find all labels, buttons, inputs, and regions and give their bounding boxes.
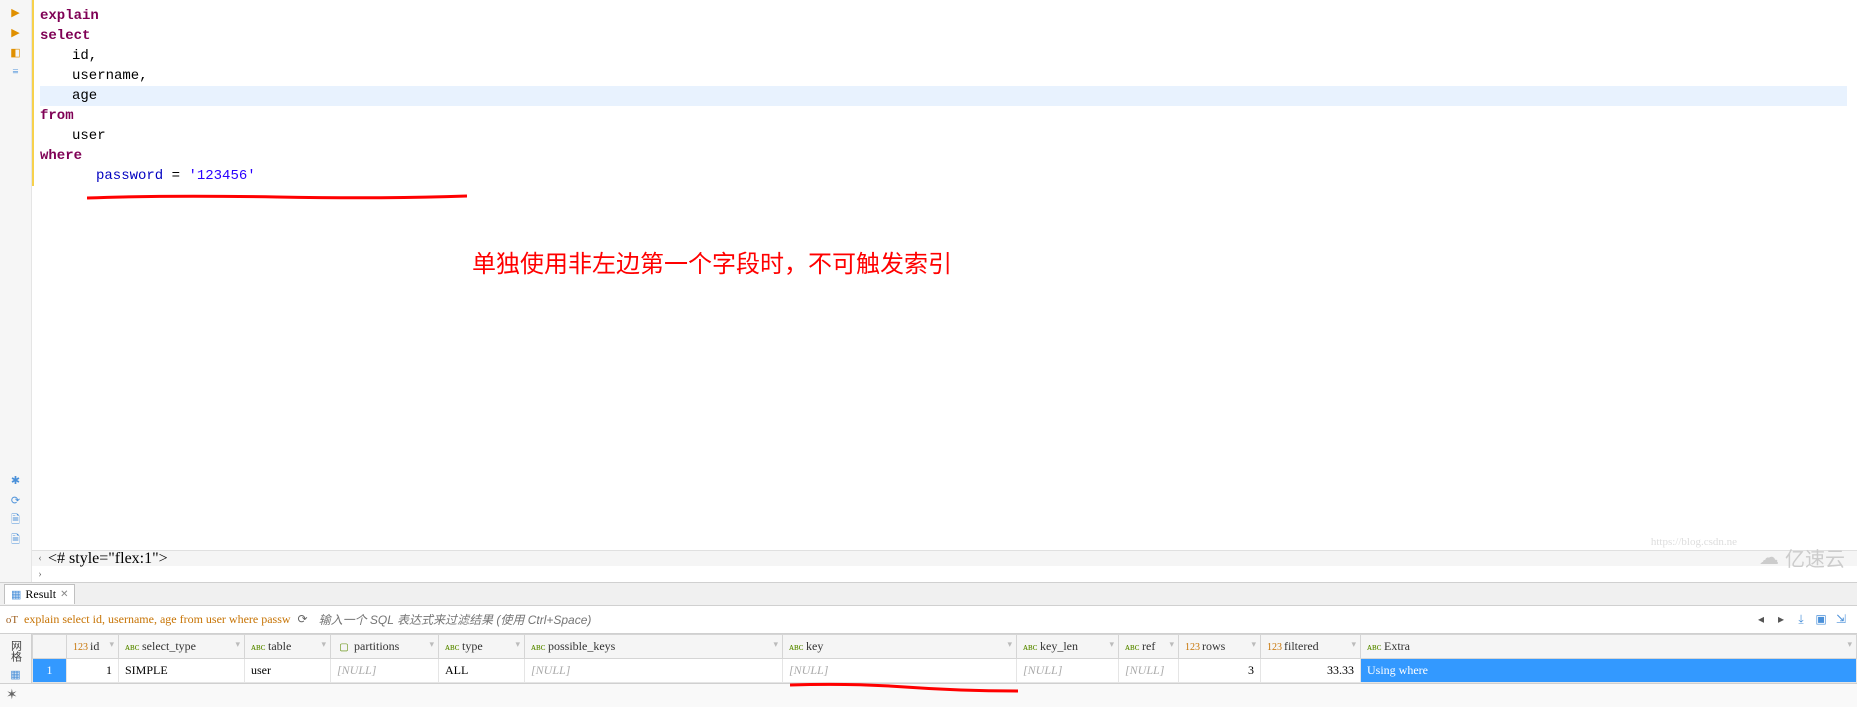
refresh-icon[interactable]: ⟳	[8, 492, 24, 508]
file2-icon[interactable]: 🗎	[8, 532, 24, 548]
cell-type: ALL	[439, 659, 525, 683]
cell-key-len: [NULL]	[1017, 659, 1119, 683]
add-row-bar[interactable]: ✶	[0, 683, 1857, 707]
result-grid[interactable]: 123id▾ ᴀʙᴄselect_type▾ ᴀʙᴄtable▾ ▢partit…	[32, 634, 1857, 683]
cell-id: 1	[67, 659, 119, 683]
col-possible-keys[interactable]: ᴀʙᴄpossible_keys▾	[525, 635, 783, 659]
sql-editor[interactable]: explain select id, username, age from us…	[32, 0, 1857, 582]
grid-view-icon[interactable]: ▦	[10, 668, 20, 681]
header-row: 123id▾ ᴀʙᴄselect_type▾ ᴀʙᴄtable▾ ▢partit…	[33, 635, 1857, 659]
query-echo: explain select id, username, age from us…	[24, 612, 291, 627]
col-ref[interactable]: ᴀʙᴄref▾	[1119, 635, 1179, 659]
run-icon[interactable]: ▶	[8, 4, 24, 20]
keyword-select: select	[40, 28, 90, 44]
grid-mode-label[interactable]: 网格	[8, 636, 24, 666]
col-username: username,	[72, 68, 148, 84]
explain-icon[interactable]: ◧	[8, 44, 24, 60]
row-number[interactable]: 1	[33, 659, 67, 683]
result-tabbar: ▦ Result ✕	[0, 582, 1857, 606]
cell-extra: Using where	[1361, 659, 1857, 683]
grid-icon: ▦	[11, 588, 21, 601]
code-block: explain select id, username, age from us…	[32, 0, 1857, 186]
editor-gutter: ▶ ▶ ◧ ≡ ✱ ⟳ 🗎 🗎	[0, 0, 32, 582]
where-col: password	[96, 168, 163, 184]
col-key-len[interactable]: ᴀʙᴄkey_len▾	[1017, 635, 1119, 659]
cloud-icon: ☁	[1759, 545, 1779, 570]
sql-icon: oT	[4, 612, 20, 628]
keyword-where: where	[40, 148, 82, 164]
cell-filtered: 33.33	[1261, 659, 1361, 683]
col-id[interactable]: 123id▾	[67, 635, 119, 659]
query-bar: oT explain select id, username, age from…	[0, 606, 1857, 634]
cell-ref: [NULL]	[1119, 659, 1179, 683]
col-age: age	[72, 88, 97, 104]
editor-scrollbar[interactable]: ‹ <# style="flex:1">	[32, 550, 1857, 566]
red-underline-annotation	[87, 188, 467, 196]
col-select-type[interactable]: ᴀʙᴄselect_type▾	[119, 635, 245, 659]
toolbar-icons: ◂ ▸ ⤓ ▣ ⇲	[1753, 612, 1853, 628]
str-literal: '123456'	[188, 168, 255, 184]
grid-gutter: 网格 ▦	[0, 634, 32, 683]
app-root: ▶ ▶ ◧ ≡ ✱ ⟳ 🗎 🗎 explain select id, usern…	[0, 0, 1857, 582]
tab-label: Result	[25, 587, 56, 602]
col-rows[interactable]: 123rows▾	[1179, 635, 1261, 659]
scroll-left-icon[interactable]: ‹	[32, 551, 48, 567]
col-key[interactable]: ᴀʙᴄkey▾	[783, 635, 1017, 659]
watermark-url: https://blog.csdn.ne	[1651, 536, 1737, 548]
col-type[interactable]: ᴀʙᴄtype▾	[439, 635, 525, 659]
cell-key: [NULL]	[783, 659, 1017, 683]
red-note-annotation: 单独使用非左边第一个字段时，不可触发索引	[472, 244, 952, 279]
table-name: user	[72, 128, 106, 144]
scroll-right-icon[interactable]: ›	[32, 566, 48, 582]
outline-icon[interactable]: ≡	[8, 64, 24, 80]
arrow-right-icon[interactable]: ▸	[1773, 612, 1789, 628]
cell-rows: 3	[1179, 659, 1261, 683]
cell-select-type: SIMPLE	[119, 659, 245, 683]
export-icon[interactable]: ⤓	[1793, 612, 1809, 628]
more-icon[interactable]: ⇲	[1833, 612, 1849, 628]
config-icon[interactable]: ▣	[1813, 612, 1829, 628]
result-grid-wrap: 网格 ▦ 123id▾ ᴀʙᴄselect_type▾ ᴀʙᴄtable▾ ▢p…	[0, 634, 1857, 683]
arrow-left-icon[interactable]: ◂	[1753, 612, 1769, 628]
col-extra[interactable]: ᴀʙᴄExtra▾	[1361, 635, 1857, 659]
keyword-from: from	[40, 108, 74, 124]
keyword-explain: explain	[40, 8, 99, 24]
filter-input[interactable]	[315, 611, 1749, 629]
row-header-col[interactable]	[33, 635, 67, 659]
tab-result[interactable]: ▦ Result ✕	[4, 584, 75, 604]
col-id: id,	[72, 48, 97, 64]
col-filtered[interactable]: 123filtered▾	[1261, 635, 1361, 659]
col-table[interactable]: ᴀʙᴄtable▾	[245, 635, 331, 659]
eq-op: =	[172, 168, 180, 184]
settings-icon[interactable]: ✱	[8, 472, 24, 488]
add-row-icon[interactable]: ✶	[6, 687, 18, 704]
close-icon[interactable]: ✕	[60, 589, 68, 600]
table-row[interactable]: 1 1 SIMPLE user [NULL] ALL [NULL] [NULL]…	[33, 659, 1857, 683]
cell-possible-keys: [NULL]	[525, 659, 783, 683]
cell-table: user	[245, 659, 331, 683]
col-partitions[interactable]: ▢partitions▾	[331, 635, 439, 659]
cell-partitions: [NULL]	[331, 659, 439, 683]
editor-strip: ▶ ▶ ◧ ≡ ✱ ⟳ 🗎 🗎 explain select id, usern…	[0, 0, 1857, 582]
run-step-icon[interactable]: ▶	[8, 24, 24, 40]
watermark: ☁ 亿速云	[1759, 543, 1845, 572]
file-icon[interactable]: 🗎	[8, 512, 24, 528]
refresh-query-icon[interactable]: ⟳	[295, 612, 311, 628]
